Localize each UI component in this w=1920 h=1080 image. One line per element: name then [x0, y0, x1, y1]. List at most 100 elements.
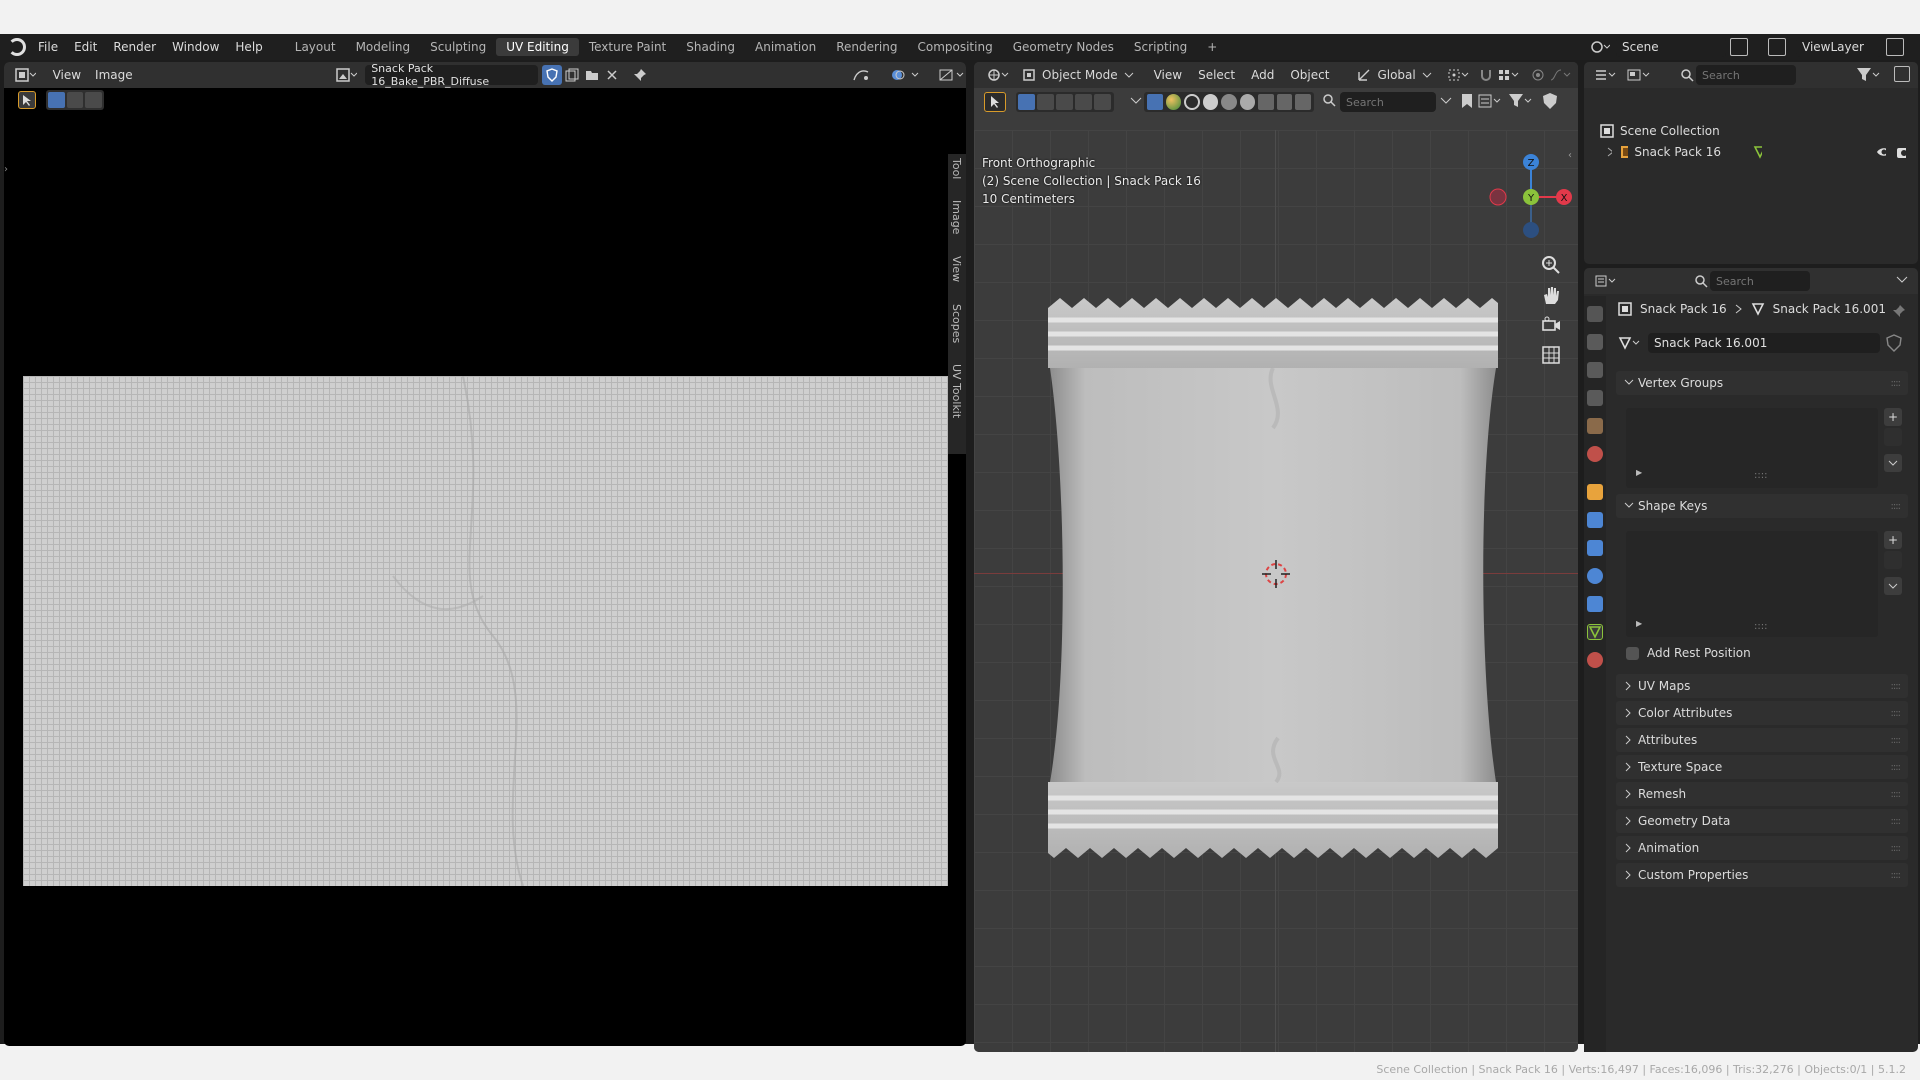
scene-selector-icon[interactable] [1588, 37, 1611, 57]
properties-options-chevron-icon[interactable] [1896, 274, 1908, 289]
view-layer-icon[interactable] [1768, 38, 1786, 56]
material-properties-icon[interactable] [1587, 652, 1603, 668]
list-expand-icon[interactable]: ▶ [1636, 619, 1642, 628]
vertex-group-specials-icon[interactable] [1884, 454, 1902, 472]
gizmo-toggle-icon[interactable] [1276, 94, 1293, 110]
eye-icon[interactable] [1876, 146, 1886, 158]
3d-cursor-icon[interactable] [1260, 558, 1292, 590]
search-dropdown-icon[interactable] [1440, 94, 1452, 111]
view-layer-properties-icon[interactable] [1587, 390, 1603, 406]
shape-keys-list[interactable]: ▶ :::: [1626, 531, 1878, 637]
add-workspace-button[interactable]: + [1197, 38, 1227, 56]
drag-handle-icon[interactable]: :::: [1891, 789, 1902, 800]
particles-properties-icon[interactable] [1587, 540, 1603, 556]
select-mode-extend-icon[interactable] [66, 92, 84, 108]
panel-geometry-data[interactable]: Geometry Data :::: [1616, 809, 1908, 833]
scene-name-field[interactable]: Scene [1616, 37, 1726, 57]
mode-set-icon[interactable] [1018, 94, 1035, 110]
panel-shape-keys[interactable]: Shape Keys :::: [1616, 494, 1908, 518]
modifier-properties-icon[interactable] [1587, 512, 1603, 528]
uv-menu-view[interactable]: View [53, 68, 81, 82]
world-properties-icon[interactable] [1587, 446, 1603, 462]
properties-search-input[interactable] [1710, 271, 1810, 291]
snap-toggle-icon[interactable] [1476, 65, 1496, 85]
proportional-editing-icon[interactable] [1528, 65, 1548, 85]
editor-type-icon[interactable] [12, 65, 39, 85]
tab-uv-editing[interactable]: UV Editing [496, 38, 579, 56]
side-tab-image[interactable]: Image [950, 200, 963, 234]
menu-render[interactable]: Render [105, 40, 164, 54]
overlay-toggle-icon[interactable] [1258, 94, 1274, 110]
shading-solid-icon[interactable] [1202, 94, 1219, 110]
side-tab-uv-toolkit[interactable]: UV Toolkit [950, 364, 963, 418]
mode-difference-icon[interactable] [1075, 94, 1092, 110]
pan-hand-icon[interactable] [1540, 284, 1562, 309]
constraints-properties-icon[interactable] [1587, 596, 1603, 612]
remove-shape-key-icon[interactable] [1884, 551, 1902, 569]
navigation-gizmo[interactable]: Z X Y [1486, 152, 1576, 242]
viewport-search-input[interactable] [1340, 92, 1436, 112]
drag-handle-icon[interactable]: :::: [1891, 843, 1902, 854]
breadcrumb-mesh[interactable]: Snack Pack 16.001 [1773, 302, 1886, 316]
panel-texture-space[interactable]: Texture Space :::: [1616, 755, 1908, 779]
transform-orientation-selector[interactable]: Global [1353, 65, 1435, 85]
add-rest-position-checkbox[interactable] [1626, 646, 1639, 660]
3d-viewport[interactable]: Front Orthographic (2) Scene Collection … [974, 130, 1578, 1052]
snap-target-icon[interactable] [1496, 65, 1522, 85]
mode-extend-icon[interactable] [1037, 94, 1054, 110]
tab-rendering[interactable]: Rendering [826, 38, 907, 56]
x-ray-icon[interactable] [1147, 94, 1163, 110]
shading-preview-icon[interactable] [1221, 94, 1237, 110]
drag-handle-icon[interactable]: :::: [1891, 681, 1902, 692]
drag-handle-icon[interactable]: :::: [1891, 501, 1902, 512]
mesh-name-field[interactable]: Snack Pack 16.001 [1648, 333, 1880, 353]
tab-shading[interactable]: Shading [676, 38, 745, 56]
drag-handle-icon[interactable]: :::: [1891, 735, 1902, 746]
filter-icon[interactable] [1508, 92, 1532, 110]
drag-handle-icon[interactable]: :::: [1891, 378, 1902, 389]
vertex-groups-list[interactable]: ▶ :::: [1626, 408, 1878, 488]
fake-user-shield-icon[interactable] [542, 65, 563, 85]
tab-texture-paint[interactable]: Texture Paint [579, 38, 676, 56]
proportional-falloff-icon[interactable] [1548, 65, 1574, 85]
list-expand-icon[interactable]: ▶ [1636, 468, 1642, 477]
viewport-menu-add[interactable]: Add [1251, 68, 1274, 82]
add-rest-position-row[interactable]: Add Rest Position [1626, 646, 1751, 660]
tab-geometry-nodes[interactable]: Geometry Nodes [1003, 38, 1124, 56]
image-name-field[interactable]: Snack Pack 16_Bake_PBR_Diffuse [365, 62, 539, 88]
expand-toolbar-chevron-icon[interactable]: › [4, 164, 8, 175]
mesh-browse-icon[interactable] [1618, 336, 1642, 350]
display-mode-icon[interactable] [1624, 65, 1654, 85]
panel-animation[interactable]: Animation :::: [1616, 836, 1908, 860]
shading-rendered-icon[interactable] [1239, 94, 1256, 110]
render-properties-icon[interactable] [1587, 334, 1603, 350]
tab-animation[interactable]: Animation [745, 38, 826, 56]
bookmark-icon[interactable] [1460, 92, 1474, 110]
remove-vertex-group-icon[interactable] [1884, 428, 1902, 446]
new-scene-icon[interactable] [1730, 38, 1748, 56]
close-icon[interactable] [602, 65, 622, 85]
panel-color-attributes[interactable]: Color Attributes :::: [1616, 701, 1908, 725]
menu-window[interactable]: Window [164, 40, 227, 54]
image-browse-icon[interactable] [333, 65, 360, 85]
uv-sculpt-icon[interactable] [850, 65, 871, 85]
add-vertex-group-icon[interactable]: + [1884, 408, 1902, 426]
breadcrumb-object[interactable]: Snack Pack 16 [1640, 302, 1727, 316]
view-layer-field[interactable]: ViewLayer [1796, 37, 1882, 57]
add-shape-key-icon[interactable]: + [1884, 531, 1902, 549]
tab-modeling[interactable]: Modeling [346, 38, 421, 56]
select-tool-icon[interactable] [18, 91, 36, 109]
viewport-menu-object[interactable]: Object [1290, 68, 1329, 82]
viewport-menu-select[interactable]: Select [1198, 68, 1235, 82]
drag-handle-icon[interactable]: :::: [1891, 762, 1902, 773]
camera-render-icon[interactable] [1896, 145, 1906, 159]
tool-properties-icon[interactable] [1587, 306, 1603, 322]
pin-icon[interactable] [1892, 304, 1906, 321]
outliner-search-input[interactable] [1696, 65, 1796, 85]
filter-list-icon[interactable] [1478, 92, 1504, 110]
side-tab-tool[interactable]: Tool [950, 158, 963, 179]
viewport-editor-type-icon[interactable] [984, 65, 1012, 85]
select-mode-new-icon[interactable] [48, 92, 65, 108]
panel-remesh[interactable]: Remesh :::: [1616, 782, 1908, 806]
outliner-editor-type-icon[interactable] [1592, 65, 1620, 85]
